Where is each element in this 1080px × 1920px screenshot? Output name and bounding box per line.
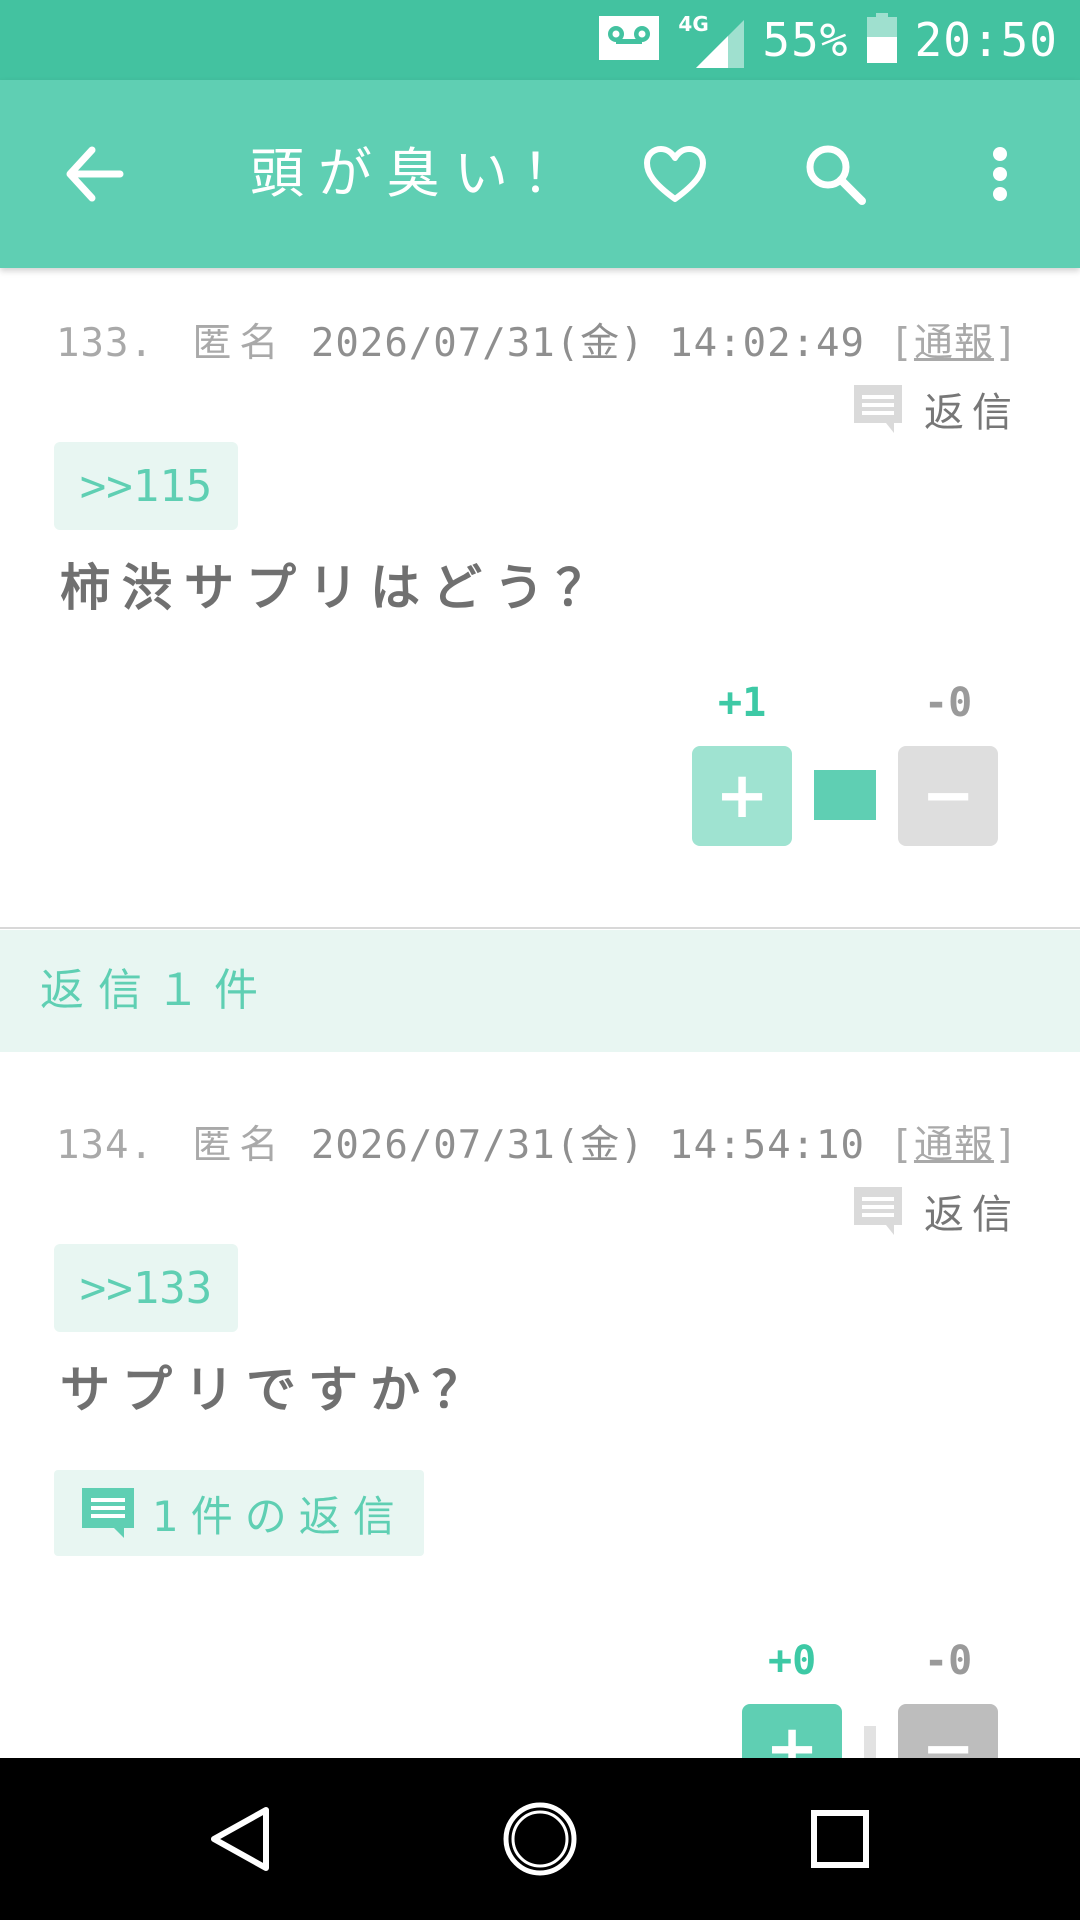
back-arrow-icon[interactable]: [44, 80, 144, 268]
comment-icon: [854, 1187, 902, 1235]
reply-button[interactable]: 返信: [852, 1182, 1020, 1240]
view-replies-label: 1件の返信: [152, 1491, 407, 1541]
navigation-bar: [0, 1758, 1080, 1920]
reply-label: 返信: [924, 390, 1020, 436]
reply-label: 返信: [924, 1192, 1020, 1238]
post-meta: 133. 匿名 2026/07/31(金) 14:02:49 [通報]: [56, 312, 1018, 368]
post-datetime: 2026/07/31(金) 14:54:10: [310, 1123, 865, 1168]
post-number: 133.: [56, 321, 154, 366]
reply-button[interactable]: 返信: [852, 380, 1020, 438]
post-datetime: 2026/07/31(金) 14:02:49: [310, 321, 865, 366]
nav-recents-icon[interactable]: [770, 1758, 910, 1920]
reply-section-header: 返信１件: [0, 930, 1080, 1052]
nav-home-icon[interactable]: [470, 1758, 610, 1920]
vote-ratio-bar: [814, 770, 876, 820]
plus-button[interactable]: +: [742, 1704, 842, 1758]
heart-icon[interactable]: [630, 80, 720, 268]
comment-icon: [854, 385, 902, 433]
plus-count: +0: [768, 1638, 817, 1684]
plus-count: +1: [718, 680, 767, 726]
app-bar: 頭が臭い！: [0, 80, 1080, 268]
report-bracket: ]: [993, 1123, 1019, 1168]
comment-icon: [82, 1488, 134, 1538]
signal-icon: 4G: [678, 12, 745, 68]
post-author: 匿名: [192, 1123, 287, 1168]
report-link[interactable]: 通報: [914, 321, 994, 366]
voicemail-icon: [598, 15, 660, 65]
nav-back-icon[interactable]: [170, 1758, 310, 1920]
view-replies-button[interactable]: 1件の返信: [54, 1470, 424, 1556]
divider: [0, 927, 1080, 929]
post-body: サプリですか？: [60, 1361, 494, 1419]
vote-ratio-bar: [864, 1726, 876, 1758]
report-bracket: [: [889, 1123, 914, 1168]
clock: 20:50: [914, 13, 1058, 67]
report-bracket: [: [889, 321, 914, 366]
battery-icon: [866, 13, 897, 67]
more-vert-icon[interactable]: [960, 80, 1040, 268]
search-icon[interactable]: [790, 80, 880, 268]
minus-button[interactable]: −: [898, 746, 998, 846]
plus-button[interactable]: +: [692, 746, 792, 846]
reply-count-label: 返信１件: [40, 965, 272, 1016]
minus-count: -0: [924, 680, 973, 726]
anchor-link[interactable]: >>115: [54, 442, 238, 530]
report-link[interactable]: 通報: [914, 1123, 994, 1168]
anchor-link[interactable]: >>133: [54, 1244, 238, 1332]
report-bracket: ]: [993, 321, 1019, 366]
post-author: 匿名: [192, 321, 287, 366]
post-meta: 134. 匿名 2026/07/31(金) 14:54:10 [通報]: [56, 1114, 1018, 1170]
status-bar: 4G 55% 20:50: [0, 0, 1080, 80]
minus-button[interactable]: −: [898, 1704, 998, 1758]
vote-ratio-fill: [814, 770, 876, 820]
battery-percent: 55%: [762, 13, 849, 67]
page-title: 頭が臭い！: [250, 142, 590, 205]
minus-count: -0: [924, 1638, 973, 1684]
network-type: 4G: [678, 12, 709, 36]
post-number: 134.: [56, 1123, 154, 1168]
post-body: 柿渋サプリはどう？: [60, 559, 618, 617]
